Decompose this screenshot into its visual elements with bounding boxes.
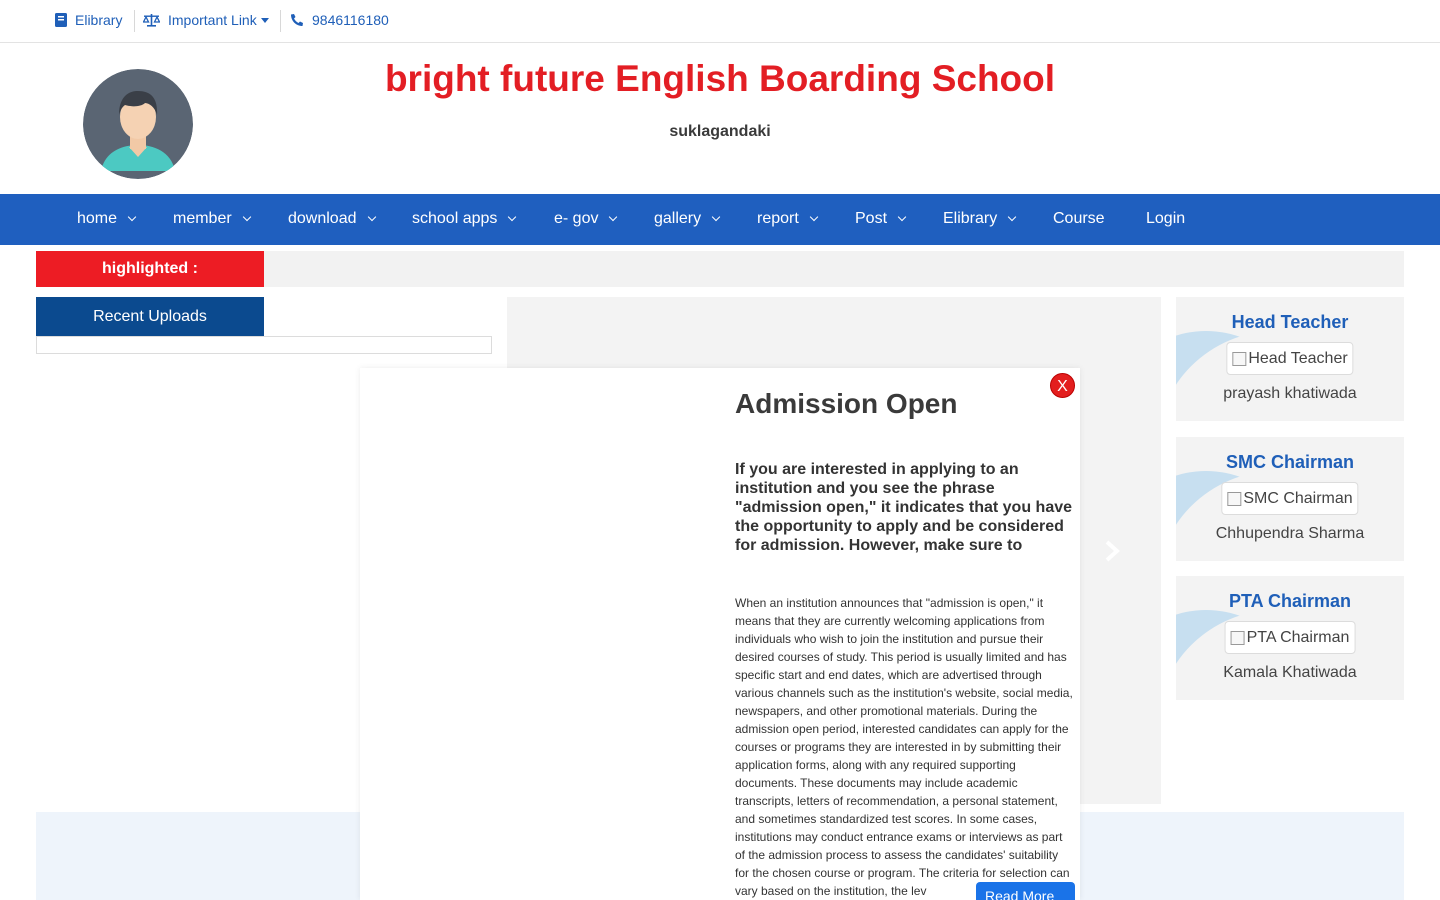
broken-image-icon bbox=[1232, 351, 1247, 366]
pta-chairman-card: PTA Chairman PTA Chairman Kamala Khatiwa… bbox=[1176, 576, 1404, 700]
card-title: SMC Chairman bbox=[1225, 452, 1355, 472]
image-alt-text: SMC Chairman bbox=[1243, 489, 1353, 507]
divider bbox=[134, 10, 135, 32]
nav-label: Course bbox=[1053, 210, 1105, 227]
chevron-down-icon bbox=[897, 212, 907, 222]
broken-image: SMC Chairman bbox=[1221, 482, 1359, 515]
nav-item-gallery[interactable]: gallery bbox=[654, 210, 721, 228]
card-title: Head Teacher bbox=[1231, 312, 1349, 332]
nav-item-member[interactable]: member bbox=[173, 210, 251, 228]
chevron-right-icon bbox=[1105, 540, 1120, 562]
nav-label: Post bbox=[855, 210, 888, 227]
nav-item-elibrary[interactable]: Elibrary bbox=[943, 210, 1017, 228]
slider-next-button[interactable] bbox=[1103, 540, 1121, 567]
nav-item-report[interactable]: report bbox=[757, 210, 819, 228]
smc-chairman-card: SMC Chairman SMC Chairman Chhupendra Sha… bbox=[1176, 437, 1404, 561]
nav-label: member bbox=[173, 210, 232, 227]
important-link-label: Important Link bbox=[168, 12, 257, 28]
image-alt-text: Head Teacher bbox=[1248, 349, 1348, 367]
book-icon bbox=[55, 13, 67, 27]
chevron-down-icon bbox=[508, 212, 517, 222]
close-button[interactable]: X bbox=[1050, 373, 1075, 398]
recent-uploads-title: Recent Uploads bbox=[36, 297, 264, 337]
popup-title: Admission Open bbox=[735, 388, 958, 419]
person-name: prayash khatiwada bbox=[1223, 385, 1357, 402]
nav-item-post[interactable]: Post bbox=[855, 210, 907, 228]
caret-down-icon bbox=[260, 17, 269, 23]
top-bar: Elibrary Important Link 9846116180 bbox=[0, 0, 1440, 43]
nav-item-school-apps[interactable]: school apps bbox=[412, 210, 517, 228]
elibrary-link[interactable]: Elibrary bbox=[55, 12, 122, 28]
nav-label: download bbox=[288, 210, 357, 227]
phone-number: 9846116180 bbox=[312, 12, 389, 28]
chevron-down-icon bbox=[127, 212, 137, 222]
chevron-down-icon bbox=[1007, 212, 1017, 222]
image-alt-text: PTA Chairman bbox=[1246, 628, 1350, 646]
broken-image: PTA Chairman bbox=[1224, 621, 1356, 654]
nav-item-home[interactable]: home bbox=[77, 210, 137, 228]
phone-link[interactable]: 9846116180 bbox=[290, 12, 389, 28]
nav-item-e-gov[interactable]: e- gov bbox=[554, 210, 618, 228]
main-nav: home member download school apps e- gov … bbox=[0, 194, 1440, 245]
chevron-down-icon bbox=[809, 212, 819, 222]
popup-lead-text: If you are interested in applying to an … bbox=[735, 461, 1073, 554]
important-link-dropdown[interactable]: Important Link bbox=[143, 12, 269, 28]
school-name: bright future English Boarding School bbox=[384, 58, 1056, 99]
broken-image-icon bbox=[1227, 491, 1242, 506]
divider bbox=[280, 10, 281, 32]
school-location: suklagandaki bbox=[669, 123, 771, 140]
elibrary-label: Elibrary bbox=[75, 12, 123, 28]
read-more-button[interactable]: Read More bbox=[976, 882, 1075, 900]
nav-label: gallery bbox=[654, 210, 702, 227]
nav-item-download[interactable]: download bbox=[288, 210, 376, 228]
highlight-label: highlighted : bbox=[36, 251, 264, 287]
nav-label: report bbox=[757, 210, 799, 227]
scale-icon bbox=[143, 14, 160, 27]
nav-label: Login bbox=[1146, 210, 1186, 227]
card-title: PTA Chairman bbox=[1228, 591, 1352, 611]
chevron-down-icon bbox=[242, 212, 251, 222]
phone-icon bbox=[291, 14, 303, 26]
broken-image: Head Teacher bbox=[1226, 342, 1354, 375]
chevron-down-icon bbox=[609, 212, 618, 222]
popup-body-text: When an institution announces that "admi… bbox=[735, 596, 1073, 898]
broken-image-icon bbox=[1230, 630, 1245, 645]
chevron-down-icon bbox=[367, 212, 376, 222]
nav-item-course[interactable]: Course bbox=[1053, 210, 1105, 228]
nav-label: school apps bbox=[412, 210, 498, 227]
nav-item-login[interactable]: Login bbox=[1146, 210, 1185, 228]
nav-label: e- gov bbox=[554, 210, 599, 227]
head-teacher-card: Head Teacher Head Teacher prayash khatiw… bbox=[1176, 297, 1404, 421]
person-name: Kamala Khatiwada bbox=[1223, 664, 1357, 681]
chevron-down-icon bbox=[711, 212, 721, 222]
nav-label: home bbox=[77, 210, 118, 227]
recent-uploads-list bbox=[36, 336, 492, 354]
nav-label: Elibrary bbox=[943, 210, 998, 227]
person-name: Chhupendra Sharma bbox=[1215, 525, 1365, 542]
